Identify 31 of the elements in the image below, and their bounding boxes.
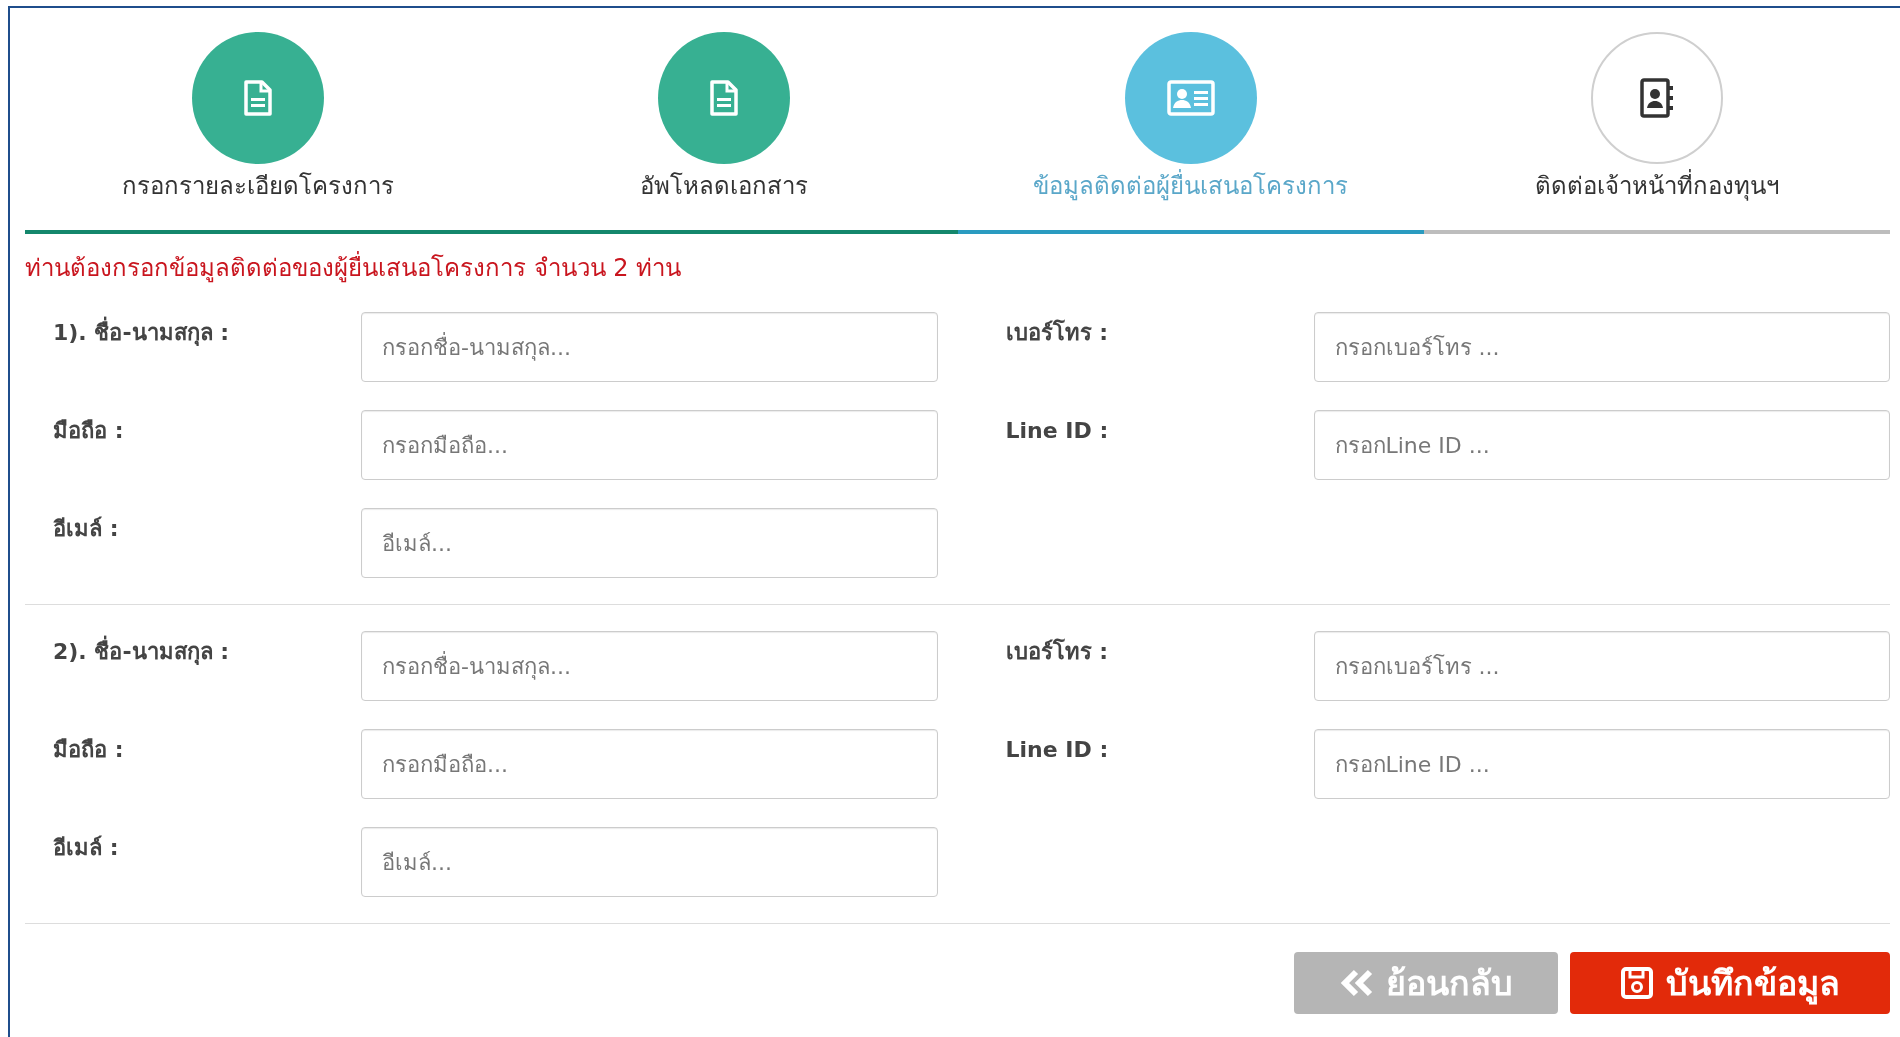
notice-text: ท่านต้องกรอกข้อมูลติดต่อของผู้ยื่นเสนอโครงการ จำนวน 2 ท่าน xyxy=(25,250,1890,286)
field-label: เบอร์โทร : xyxy=(1004,637,1109,666)
step-label: กรอกรายละเอียดโครงการ xyxy=(122,171,395,202)
input-field[interactable]: กรอกLine ID ... xyxy=(1313,729,1890,799)
id-card-icon xyxy=(1166,80,1215,116)
contact-book-icon xyxy=(1638,78,1675,118)
step-label: อัพโหลดเอกสาร xyxy=(640,171,809,202)
step-label: ติดต่อเจ้าหน้าที่กองทุนฯ xyxy=(1534,168,1779,204)
field-label: มือถือ : xyxy=(52,736,125,764)
field-label: อีเมล์ : xyxy=(52,515,120,543)
input-field[interactable]: กรอกเบอร์โทร ... xyxy=(1313,312,1890,382)
document-icon xyxy=(709,80,740,116)
double-chevron-left-icon xyxy=(1339,969,1374,997)
field-label: เบอร์โทร : xyxy=(1004,318,1109,347)
input-field[interactable]: กรอกมือถือ... xyxy=(361,410,938,480)
save-button[interactable]: บันทึกข้อมูล xyxy=(1570,952,1890,1014)
field-label: Line ID : xyxy=(1004,417,1110,445)
input-field[interactable]: กรอกชื่อ-นามสกุล... xyxy=(361,312,938,382)
input-field[interactable]: กรอกเบอร์โทร ... xyxy=(1313,631,1890,701)
field-label: อีเมล์ : xyxy=(52,834,120,862)
input-field[interactable]: กรอกมือถือ... xyxy=(361,729,938,799)
field-label: มือถือ : xyxy=(52,417,125,445)
field-label: 2). ชื่อ-นามสกุล : xyxy=(25,631,361,668)
input-field[interactable]: กรอกชื่อ-นามสกุล... xyxy=(361,631,938,701)
input-field[interactable]: อีเมล์... xyxy=(361,508,938,578)
input-field[interactable]: อีเมล์... xyxy=(361,827,938,897)
input-field[interactable]: กรอกLine ID ... xyxy=(1313,410,1890,480)
document-icon xyxy=(243,80,274,116)
field-label: Line ID : xyxy=(1004,736,1110,764)
field-label: 1). ชื่อ-นามสกุล : xyxy=(25,312,361,349)
step-label: ข้อมูลติดต่อผู้ยื่นเสนอโครงการ xyxy=(1033,168,1349,204)
